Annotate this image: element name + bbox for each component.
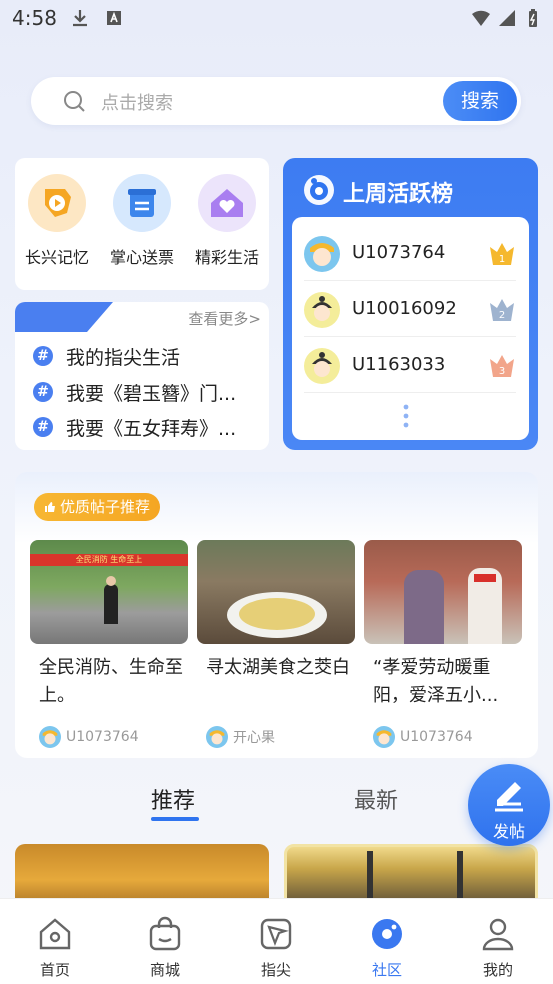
ticket-icon: [128, 189, 156, 217]
post-image: [197, 540, 355, 644]
tree-trunk: [457, 851, 463, 901]
avatar: [304, 348, 340, 384]
featured-tag: 优质帖子推荐: [34, 493, 161, 521]
post-author: U1073764: [364, 726, 522, 748]
shortcut-changxing-memory[interactable]: 长兴记忆: [15, 174, 99, 268]
search-button[interactable]: 搜索: [443, 81, 517, 121]
shortcut-wonderful-life[interactable]: 精彩生活: [185, 174, 269, 268]
wifi-icon: [472, 10, 490, 26]
shopping-bag-icon: [149, 916, 181, 951]
home-icon: [39, 918, 71, 950]
search-bar[interactable]: 点击搜索 搜索: [31, 77, 521, 125]
post-image: 全民消防 生命至上: [30, 540, 188, 644]
nav-community[interactable]: 社区: [332, 899, 442, 984]
new-post-button[interactable]: 发帖: [468, 764, 550, 846]
leaderboard-icon: [304, 175, 334, 205]
post-author: U1073764: [30, 726, 188, 748]
feed-item-image[interactable]: [284, 844, 538, 904]
nav-profile[interactable]: 我的: [443, 899, 553, 984]
topic-item[interactable]: # 我要《碧玉簪》门...: [33, 378, 265, 406]
post-image: [364, 540, 522, 644]
featured-posts-card: 优质帖子推荐 全民消防 生命至上 全民消防、生命至上。 U1073764 寻太湖…: [15, 472, 538, 758]
status-bar: 4:58: [0, 0, 553, 36]
avatar: [304, 236, 340, 272]
featured-post[interactable]: “孝爱劳动暖重阳，爱泽五小... U1073764: [364, 540, 522, 748]
heart-house-icon: [211, 189, 243, 217]
svg-text:1: 1: [499, 254, 505, 265]
hashtag-icon: #: [33, 382, 53, 402]
rank-1-badge-icon: 1: [490, 243, 514, 265]
leaderboard-entry[interactable]: U1163033 3: [304, 337, 516, 393]
tab-latest[interactable]: 最新: [354, 783, 398, 815]
person-head: [106, 576, 116, 586]
shortcut-card: 长兴记忆 掌心送票 精彩生活: [15, 158, 269, 290]
fingertip-icon: [260, 918, 292, 950]
leaderboard-entry[interactable]: U10016092 2: [304, 281, 516, 337]
tree-trunk: [367, 851, 373, 901]
leaderboard-card[interactable]: 上周活跃榜 U1073764 1 U10016092 2 U1163033 3: [283, 158, 538, 450]
avatar: [304, 292, 340, 328]
keyboard-a-icon: [107, 11, 121, 25]
pencil-icon: [495, 782, 523, 812]
nav-fingertip[interactable]: 指尖: [221, 899, 331, 984]
community-icon: [372, 919, 402, 949]
red-scarf: [474, 574, 496, 582]
avatar: [206, 726, 228, 748]
shortcut-ticket[interactable]: 掌心送票: [100, 174, 184, 268]
profile-icon: [482, 918, 514, 951]
battery-icon: [529, 9, 537, 27]
tab-active-indicator: [151, 817, 199, 821]
nav-mall[interactable]: 商城: [110, 899, 220, 984]
status-time: 4:58: [12, 6, 57, 30]
leaderboard-title: 上周活跃榜: [343, 182, 454, 207]
hashtag-icon: #: [33, 346, 53, 366]
search-input[interactable]: 点击搜索: [101, 89, 173, 115]
post-banner-text: 全民消防 生命至上: [30, 554, 188, 566]
hashtag-icon: #: [33, 417, 53, 437]
feed-item-image[interactable]: [15, 844, 269, 904]
search-icon: [64, 91, 85, 112]
leaderboard-entry[interactable]: U1073764 1: [304, 225, 516, 281]
avatar: [39, 726, 61, 748]
download-icon: [73, 10, 87, 27]
post-author: 开心果: [197, 726, 355, 748]
svg-text:3: 3: [499, 366, 505, 377]
food: [239, 598, 315, 630]
person-figure: [404, 570, 444, 644]
leaderboard-list: U1073764 1 U10016092 2 U1163033 3: [292, 217, 529, 440]
topics-card: 查看更多> # 我的指尖生活 # 我要《碧玉簪》门... # 我要《五女拜寿》.…: [15, 302, 269, 450]
rank-2-badge-icon: 2: [490, 299, 514, 321]
more-dots-icon[interactable]: [402, 403, 410, 429]
topic-item[interactable]: # 我的指尖生活: [33, 342, 265, 370]
avatar: [373, 726, 395, 748]
thumbs-up-icon: [45, 502, 55, 512]
person-figure: [104, 584, 118, 624]
play-map-icon: [45, 189, 71, 217]
featured-post[interactable]: 寻太湖美食之茭白 开心果: [197, 540, 355, 748]
topic-item[interactable]: # 我要《五女拜寿》...: [33, 413, 265, 441]
nav-home[interactable]: 首页: [0, 899, 110, 984]
rank-3-badge-icon: 3: [490, 355, 514, 377]
bottom-nav: 首页 商城 指尖 社区 我的: [0, 898, 553, 984]
signal-icon: [499, 10, 515, 26]
topics-more-link[interactable]: 查看更多>: [188, 308, 261, 329]
svg-text:2: 2: [499, 310, 505, 321]
featured-post[interactable]: 全民消防 生命至上 全民消防、生命至上。 U1073764: [30, 540, 188, 748]
tab-recommend[interactable]: 推荐: [151, 783, 195, 815]
